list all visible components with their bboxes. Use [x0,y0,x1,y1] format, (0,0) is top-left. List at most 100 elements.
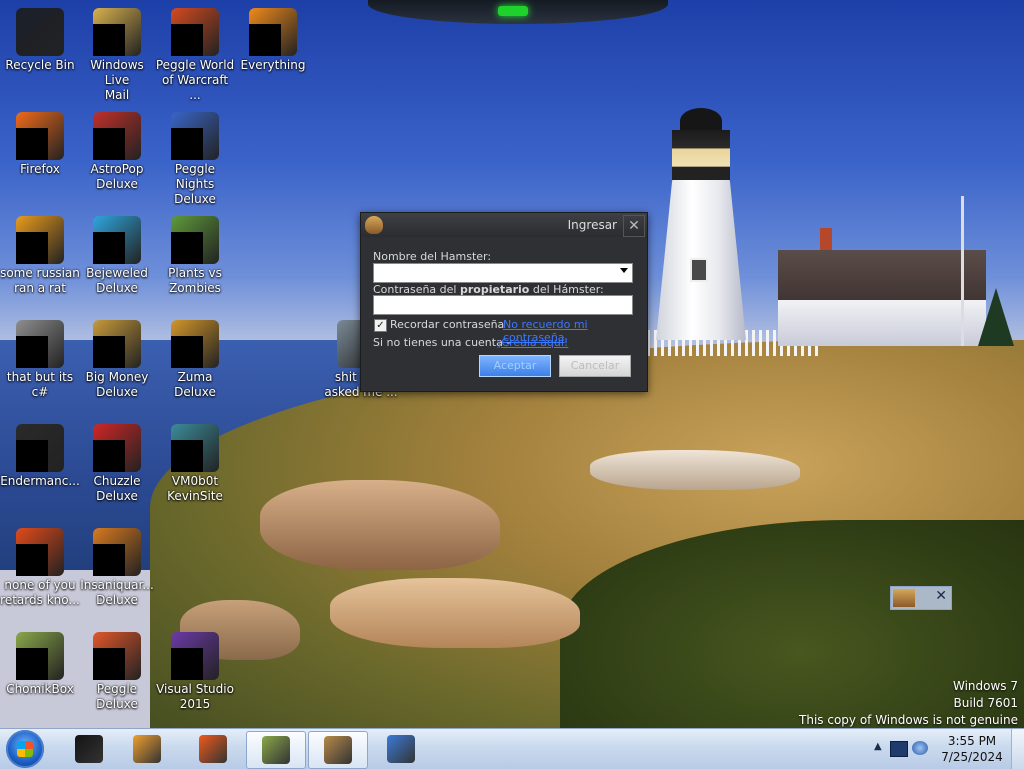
dialog-close-button[interactable]: ✕ [623,215,645,237]
tray-expand-icon[interactable]: ▲ [874,741,882,752]
network-icon[interactable] [912,741,928,755]
dialog-titlebar[interactable]: Ingresar ✕ [361,213,647,237]
redaction-box [171,336,203,368]
taskbar: ▲ 3:55 PM 7/25/2024 [0,728,1024,769]
desktop-icon-label: Plants vs Zombies [168,266,222,295]
desktop-icon[interactable]: ChomikBox [0,628,80,724]
desktop-icon-image [93,632,141,680]
tray-clock[interactable]: 3:55 PM 7/25/2024 [932,733,1012,765]
desktop-icon-label: AstroPop Deluxe [90,162,144,191]
desktop-icon[interactable]: Big Money Deluxe [77,316,157,412]
taskbar-item-1[interactable] [60,731,118,767]
remember-password-checkbox[interactable]: ✓ [374,319,387,332]
redaction-box [16,232,48,264]
desktop-icon[interactable]: VM0b0t KevinSite [155,420,235,516]
desktop-icon-label: Big Money Deluxe [85,370,149,399]
widget-close-button[interactable]: ✕ [935,588,947,604]
hamster-name-combobox[interactable] [373,263,633,283]
desktop-icon[interactable]: Bejeweled Deluxe [77,212,157,308]
no-account-text: Si no tienes una cuenta - [373,336,511,349]
chevron-down-icon[interactable] [620,268,628,273]
clock-date: 7/25/2024 [941,750,1003,764]
desktop-icon-image [171,632,219,680]
desktop-icon[interactable]: Zuma Deluxe [155,316,235,412]
desktop-icon[interactable]: Peggle Deluxe [77,628,157,724]
desktop-icon-label: none of you retards kno... [0,578,80,607]
desktop-icon-image [16,8,64,56]
desktop-icon-image [16,632,64,680]
lighthouse-lamp [672,130,730,182]
hamster-icon [893,589,915,607]
desktop-icon[interactable]: Visual Studio 2015 [155,628,235,724]
wallpaper-rock [260,480,500,570]
desktop-icon-label: that but its c# [6,370,74,399]
monitor-icon[interactable] [890,741,908,757]
house-roof [778,250,986,304]
desktop-icon[interactable]: Chuzzle Deluxe [77,420,157,516]
show-desktop-button[interactable] [1011,729,1024,769]
taskbar-item-6[interactable] [372,731,430,767]
taskbar-app-icon [199,735,227,763]
desktop-icon[interactable]: Windows Live Mail [77,4,157,102]
desktop-icon-label: Bejeweled Deluxe [86,266,148,295]
system-tray: ▲ 3:55 PM 7/25/2024 [864,729,1024,769]
wallpaper-rock [590,450,800,490]
desktop-icon[interactable]: Endermanc... [0,420,80,516]
create-account-link[interactable]: ¡Créala aquí! [497,336,568,349]
lighthouse-window [690,258,708,282]
desktop-icon[interactable]: that but its c# [0,316,80,412]
desktop-icon[interactable]: Insaniquar... Deluxe [77,524,157,620]
cancel-button[interactable]: Cancelar [559,355,631,377]
desktop-icon[interactable]: Peggle World of Warcraft ... [155,4,235,102]
taskbar-firefox[interactable] [184,731,242,767]
desktop-icon-image [93,528,141,576]
redaction-box [16,440,48,472]
dock-indicator-icon [498,6,528,16]
wallpaper-house [778,228,986,346]
desktop-icon-label: Firefox [20,162,60,176]
redaction-box [16,648,48,680]
desktop-icon-image [16,424,64,472]
taskbar-item-2[interactable] [118,731,176,767]
redaction-box [93,24,125,56]
desktop-icon[interactable]: Everything [233,4,313,100]
redaction-box [93,440,125,472]
redaction-box [171,440,203,472]
desktop-icon-label: ChomikBox [6,682,74,696]
redaction-box [16,128,48,160]
taskbar-hamster[interactable] [308,731,368,769]
desktop-icon-image [16,216,64,264]
hamster-widget[interactable]: ✕ [890,586,952,610]
desktop-icon[interactable]: some russian ran a rat [0,212,80,308]
desktop-icon[interactable]: none of you retards kno... [0,524,80,620]
owner-password-field[interactable] [373,295,633,315]
desktop-icon-image [93,8,141,56]
desktop-icon-image [16,112,64,160]
clock-time: 3:55 PM [947,734,997,748]
desktop-icon[interactable]: Firefox [0,108,80,204]
start-button[interactable] [6,730,44,768]
remember-password-label[interactable]: Recordar contraseña [390,318,504,331]
desktop-icon-label: Zuma Deluxe [174,370,216,399]
redaction-box [93,232,125,264]
taskbar-chomikbox[interactable] [246,731,306,769]
windows-logo-icon [17,741,33,757]
desktop-icon[interactable]: Peggle Nights Deluxe [155,108,235,206]
desktop-icon-label: Peggle Nights Deluxe [174,162,216,206]
desktop-icon-label: Visual Studio 2015 [156,682,234,711]
desktop-icon[interactable]: Plants vs Zombies [155,212,235,308]
desktop-icon[interactable]: AstroPop Deluxe [77,108,157,204]
desktop-icon-image [93,112,141,160]
desktop-icon-image [249,8,297,56]
redaction-box [171,232,203,264]
wallpaper-mast [961,196,964,346]
desktop-icon-label: Chuzzle Deluxe [93,474,141,503]
desktop-icon-label: Everything [240,58,306,72]
redaction-box [16,336,48,368]
watermark-build: Build 7601 [953,696,1018,710]
windows-watermark: Windows 7 Build 7601 This copy of Window… [799,678,1018,729]
redaction-box [93,648,125,680]
house-wall [778,300,986,346]
desktop-icon[interactable]: Recycle Bin [0,4,80,100]
accept-button[interactable]: Aceptar [479,355,551,377]
